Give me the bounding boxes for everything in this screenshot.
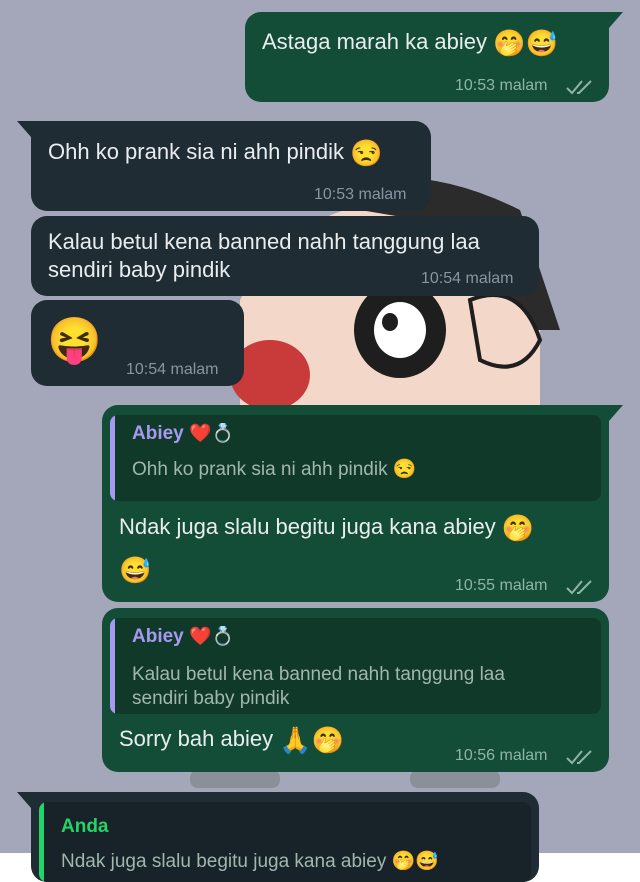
- quote-bar: [39, 802, 44, 882]
- double-check-icon: [566, 750, 592, 765]
- quote-author: Anda: [61, 816, 109, 837]
- message-text-line: sendiri baby pindik: [48, 257, 231, 282]
- quoted-message[interactable]: Abiey ❤️💍 Kalau betul kena banned nahh t…: [110, 618, 601, 714]
- large-emoji: 😝: [47, 316, 102, 365]
- incoming-message[interactable]: 😝 10:54 malam: [31, 300, 244, 386]
- quote-text-line: Kalau betul kena banned nahh tanggung la…: [132, 664, 505, 685]
- message-time: 10:54 malam: [126, 361, 219, 378]
- message-emoji: 😒: [350, 138, 383, 168]
- outgoing-reply-message[interactable]: Abiey ❤️💍 Ohh ko prank sia ni ahh pindik…: [102, 405, 623, 602]
- quote-bar: [110, 618, 115, 714]
- quoted-message[interactable]: Abiey ❤️💍 Ohh ko prank sia ni ahh pindik…: [110, 415, 601, 501]
- quoted-message[interactable]: Anda Ndak juga slalu begitu juga kana ab…: [39, 802, 531, 882]
- quote-bar: [110, 415, 115, 501]
- message-emoji: 🤭: [501, 513, 535, 543]
- double-check-icon: [566, 580, 592, 595]
- message-text: Sorry bah abiey: [119, 726, 274, 751]
- message-time: 10:56 malam: [455, 747, 548, 764]
- message-time: 10:53 malam: [455, 77, 548, 94]
- message-time: 10:54 malam: [421, 270, 514, 287]
- incoming-reply-message[interactable]: Anda Ndak juga slalu begitu juga kana ab…: [17, 792, 539, 882]
- message-emoji: 🙏🤭: [279, 725, 344, 755]
- quote-emoji: 😒: [392, 459, 417, 480]
- message-text: Astaga marah ka abiey: [262, 29, 488, 54]
- quote-text: Ohh ko prank sia ni ahh pindik: [132, 459, 388, 480]
- message-time: 10:55 malam: [455, 577, 548, 594]
- quote-author: Abiey: [132, 626, 184, 647]
- double-check-icon: [566, 80, 592, 95]
- message-text-line: Kalau betul kena banned nahh tanggung la…: [48, 229, 480, 254]
- quote-text-line: sendiri baby pindik: [132, 688, 290, 709]
- quote-author-emoji: ❤️💍: [189, 423, 234, 443]
- incoming-message[interactable]: Kalau betul kena banned nahh tanggung la…: [31, 216, 539, 296]
- quote-author-emoji: ❤️💍: [189, 626, 234, 646]
- outgoing-reply-message[interactable]: Abiey ❤️💍 Kalau betul kena banned nahh t…: [102, 608, 609, 772]
- message-text: Ndak juga slalu begitu juga kana abiey: [119, 514, 496, 539]
- message-time: 10:53 malam: [314, 186, 407, 203]
- quote-author: Abiey: [132, 423, 184, 444]
- message-text: Ohh ko prank sia ni ahh pindik: [48, 139, 344, 164]
- quote-text: Ndak juga slalu begitu juga kana abiey: [61, 851, 387, 872]
- message-emoji: 🤭😅: [493, 28, 558, 58]
- incoming-message[interactable]: Ohh ko prank sia ni ahh pindik 😒 10:53 m…: [17, 121, 431, 211]
- message-emoji: 😅: [119, 555, 152, 585]
- quote-emoji: 🤭😅: [391, 851, 439, 872]
- outgoing-message[interactable]: Astaga marah ka abiey 🤭😅 10:53 malam: [245, 12, 623, 102]
